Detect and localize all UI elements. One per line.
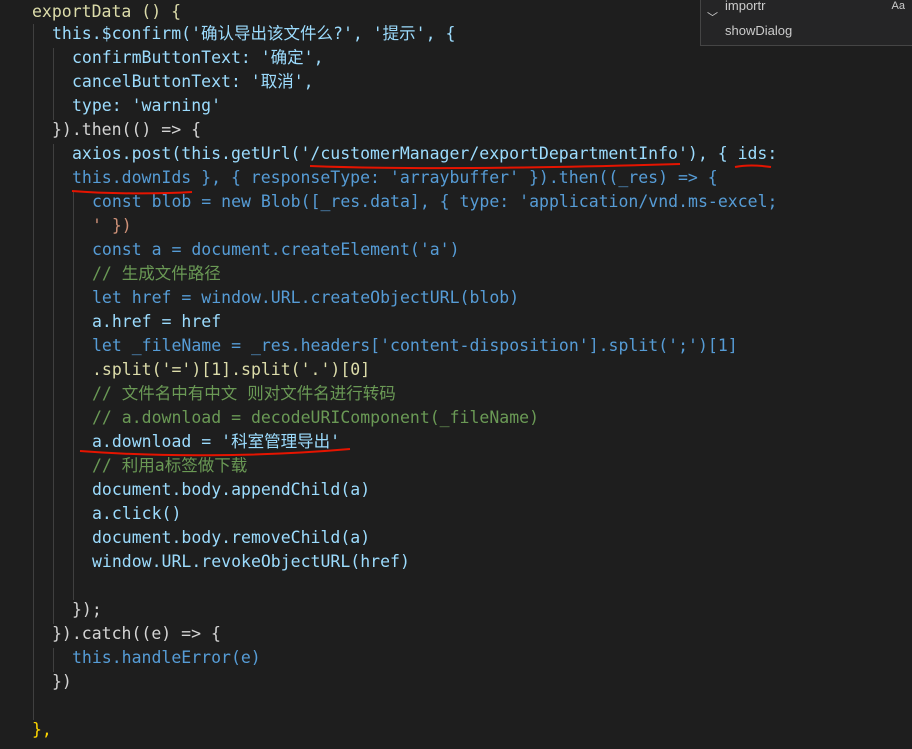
code-token: this.handleError(e): [72, 648, 261, 667]
code-line[interactable]: a.href = href: [92, 310, 912, 334]
code-token: ' }): [92, 216, 132, 235]
code-line[interactable]: type: 'warning': [72, 94, 912, 118]
code-line[interactable]: let _fileName = _res.headers['content-di…: [92, 334, 912, 358]
code-token: }): [52, 672, 72, 691]
code-token: // a.download = decodeURIComponent(_file…: [92, 408, 540, 427]
code-line[interactable]: },: [32, 718, 912, 742]
code-line[interactable]: this.handleError(e): [72, 646, 912, 670]
code-line[interactable]: window.URL.revokeObjectURL(href): [92, 550, 912, 574]
code-line[interactable]: this.downIds }, { responseType: 'arraybu…: [72, 166, 912, 190]
indent-guide: [53, 144, 54, 624]
code-token: a.href = href: [92, 312, 222, 331]
code-token: type: 'warning': [72, 96, 222, 115]
indent-guide: [73, 192, 74, 600]
code-line[interactable]: document.body.appendChild(a): [92, 478, 912, 502]
code-line[interactable]: // a.download = decodeURIComponent(_file…: [92, 406, 912, 430]
code-token: },: [32, 720, 52, 739]
code-token: // 利用a标签做下载: [92, 456, 248, 475]
suggest-item-label: importr: [725, 0, 766, 13]
code-token: a.click(): [92, 504, 182, 523]
code-token: exportData () {: [32, 2, 182, 21]
code-line[interactable]: [32, 694, 912, 718]
code-line[interactable]: [92, 574, 912, 598]
code-line[interactable]: const a = document.createElement('a'): [92, 238, 912, 262]
code-token: }).then(() => {: [52, 120, 202, 139]
indent-guide: [53, 648, 54, 672]
code-token: // 文件名中有中文 则对文件名进行转码: [92, 384, 396, 403]
suggest-item[interactable]: showDialog: [701, 21, 912, 41]
code-token: });: [72, 600, 102, 619]
code-line[interactable]: });: [72, 598, 912, 622]
code-line[interactable]: a.download = '科室管理导出': [92, 430, 912, 454]
code-token: window.URL.revokeObjectURL(href): [92, 552, 410, 571]
code-token: // 生成文件路径: [92, 264, 221, 283]
code-token: document.body.removeChild(a): [92, 528, 371, 547]
code-line[interactable]: // 文件名中有中文 则对文件名进行转码: [92, 382, 912, 406]
code-line[interactable]: const blob = new Blob([_res.data], { typ…: [92, 190, 912, 214]
code-token: document.body.appendChild(a): [92, 480, 371, 499]
code-token: this.$confirm('确认导出该文件么?', '提示', {: [52, 24, 456, 43]
match-case-badge: Aa: [891, 0, 905, 12]
code-token: axios.post(this.getUrl('/customerManager…: [72, 144, 778, 163]
code-token: let _fileName = _res.headers['content-di…: [92, 336, 738, 355]
code-line[interactable]: axios.post(this.getUrl('/customerManager…: [72, 142, 912, 166]
code-editor[interactable]: exportData () { this.$confirm('确认导出该文件么?…: [0, 0, 912, 749]
code-line[interactable]: confirmButtonText: '确定',: [72, 46, 912, 70]
indent-guide: [33, 24, 34, 720]
code-token: }).catch((e) => {: [52, 624, 221, 643]
code-line[interactable]: // 利用a标签做下载: [92, 454, 912, 478]
code-token: const blob = new Blob([_res.data], { typ…: [92, 192, 778, 211]
code-token: confirmButtonText: '确定',: [72, 48, 324, 67]
indent-guide: [53, 48, 54, 120]
code-line[interactable]: ' }): [92, 214, 912, 238]
code-line[interactable]: cancelButtonText: '取消',: [72, 70, 912, 94]
code-token: .split('=')[1].split('.')[0]: [92, 360, 371, 379]
suggest-widget[interactable]: ﹀ importr Aa showDialog: [700, 0, 912, 46]
code-line[interactable]: }).catch((e) => {: [52, 622, 912, 646]
code-token: cancelButtonText: '取消',: [72, 72, 314, 91]
code-line[interactable]: }): [52, 670, 912, 694]
code-line[interactable]: a.click(): [92, 502, 912, 526]
suggest-item-label: showDialog: [725, 23, 793, 38]
code-line[interactable]: // 生成文件路径: [92, 262, 912, 286]
code-token: const a = document.createElement('a'): [92, 240, 460, 259]
code-token: a.download = '科室管理导出': [92, 432, 341, 451]
code-line[interactable]: document.body.removeChild(a): [92, 526, 912, 550]
suggest-item[interactable]: ﹀ importr Aa: [701, 0, 912, 24]
code-token: this.downIds }, { responseType: 'arraybu…: [72, 168, 718, 187]
code-line[interactable]: .split('=')[1].split('.')[0]: [92, 358, 912, 382]
code-token: let href = window.URL.createObjectURL(bl…: [92, 288, 520, 307]
code-line[interactable]: }).then(() => {: [52, 118, 912, 142]
code-line[interactable]: let href = window.URL.createObjectURL(bl…: [92, 286, 912, 310]
